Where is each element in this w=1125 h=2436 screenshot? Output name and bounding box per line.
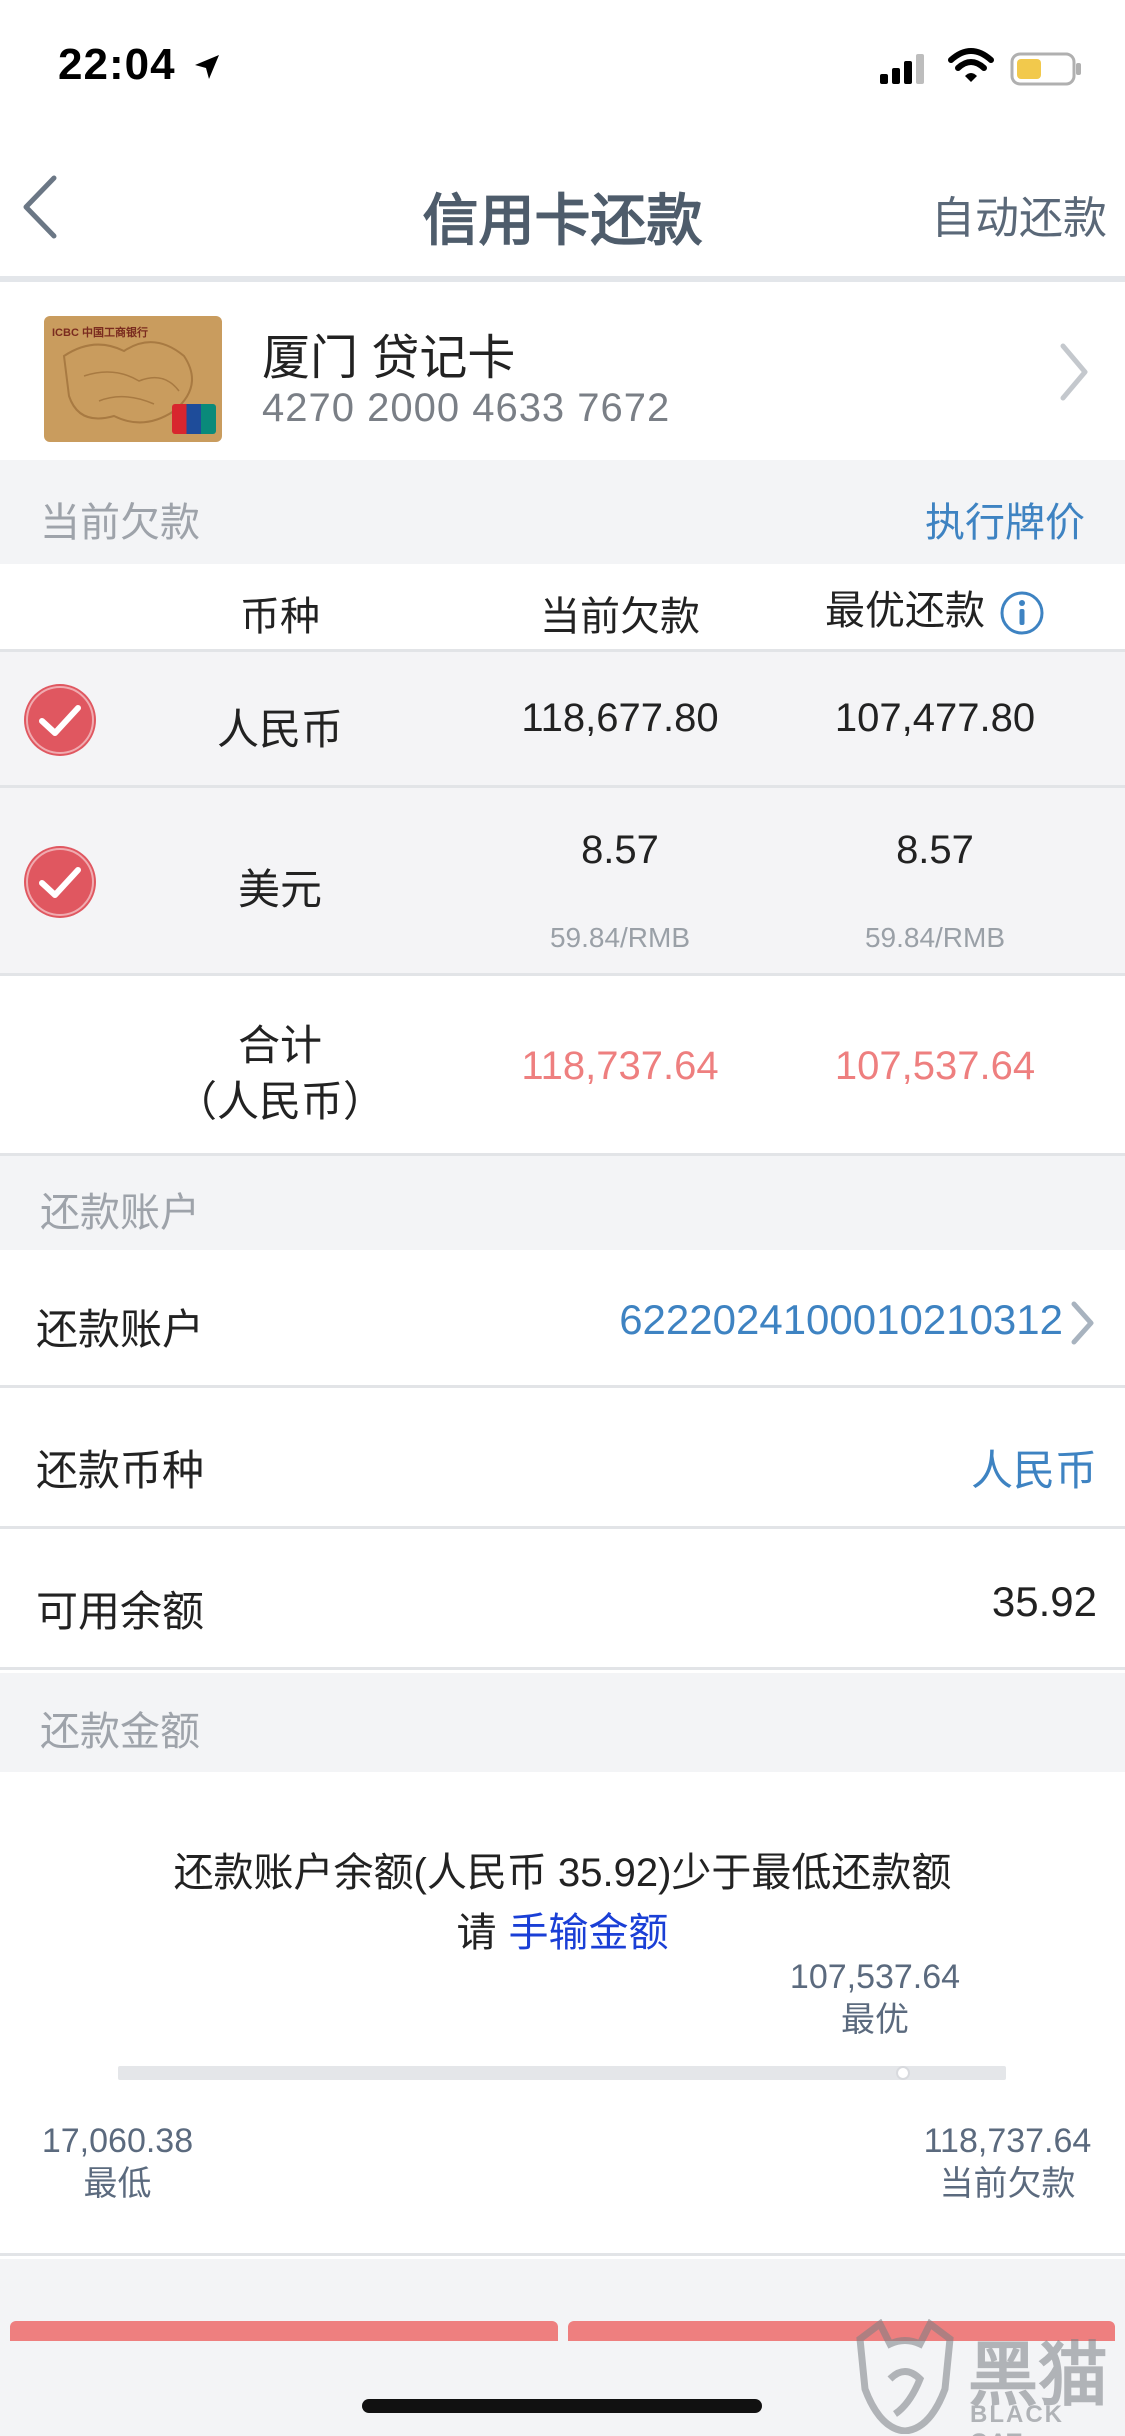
battery-icon	[1010, 52, 1081, 86]
status-time: 22:04	[58, 40, 176, 89]
repay-account-value[interactable]: 6222024100010210312	[619, 1296, 1097, 1346]
available-balance-value: 35.92	[991, 1578, 1097, 1625]
chevron-right-icon	[1060, 343, 1088, 401]
row-optimal-rate: 59.84/RMB	[864, 922, 1006, 953]
unionpay-logo	[172, 404, 216, 434]
repay-amount-area: 还款账户余额(人民币 35.92)少于最低还款额 请手输金额 107,537.6…	[0, 1772, 1125, 2256]
repay-currency-row[interactable]: 还款币种 人民币	[0, 1391, 1125, 1529]
manual-entry-prompt: 请手输金额	[0, 1900, 1125, 1958]
repay-currency-value[interactable]: 人民币	[971, 1437, 1097, 1498]
row-currency: 美元	[237, 866, 322, 913]
total-row: 合计 （人民币） 118,737.64 107,537.64	[0, 976, 1125, 1156]
prompt-prefix: 请	[456, 1911, 497, 1955]
row-optimal: 8.57	[896, 828, 974, 872]
total-label: 合计	[237, 1022, 322, 1069]
bank-logo: ICBC 中国工商银行	[52, 327, 148, 339]
row-current: 8.57	[581, 828, 659, 872]
checkmark-icon[interactable]	[22, 844, 98, 920]
amount-slider-handle[interactable]	[895, 2066, 910, 2080]
total-current: 118,737.64	[521, 1044, 719, 1088]
table-row[interactable]: 美元 8.57 59.84/RMB 8.57 59.84/RMB	[0, 788, 1125, 976]
debt-section-label: 当前欠款	[40, 501, 200, 545]
action-button-left[interactable]	[10, 2321, 558, 2341]
repay-account-label: 还款账户	[36, 1306, 205, 1353]
home-indicator	[362, 2399, 762, 2413]
slider-min-label: 最低	[83, 2165, 152, 2203]
nav-bar: 信用卡还款 自动还款	[0, 132, 1125, 282]
black-cat-logo-icon	[856, 2319, 954, 2434]
exchange-rate-link[interactable]: 执行牌价	[925, 490, 1085, 548]
account-section-header: 还款账户	[0, 1156, 1125, 1250]
total-optimal: 107,537.64	[834, 1044, 1036, 1088]
account-section-label: 还款账户	[40, 1191, 200, 1235]
repay-currency-label: 还款币种	[36, 1447, 205, 1494]
chevron-right-icon	[1071, 1301, 1094, 1345]
amount-section-header: 还款金额	[0, 1673, 1125, 1772]
cellular-signal-icon	[880, 54, 924, 84]
status-bar: 22:04	[0, 0, 1125, 132]
wifi-icon	[948, 48, 994, 82]
total-label-unit: （人民币）	[174, 1078, 385, 1125]
table-row[interactable]: 人民币 118,677.80 107,477.80	[0, 652, 1125, 788]
insufficient-balance-message: 还款账户余额(人民币 35.92)少于最低还款额	[173, 1851, 952, 1895]
checkmark-icon[interactable]	[22, 682, 98, 758]
slider-optimal-label: 最优	[841, 2001, 909, 2039]
bottom-bar: 黑猫 BLACK CAT	[0, 2259, 1125, 2436]
row-optimal: 107,477.80	[834, 696, 1036, 740]
watermark-subtext: BLACK CAT	[970, 2401, 1064, 2436]
card-image: ICBC 中国工商银行	[44, 316, 222, 442]
card-selector[interactable]: ICBC 中国工商银行 厦门 贷记卡 4270 2000 4633 7672	[0, 288, 1125, 460]
repay-account-row[interactable]: 还款账户 6222024100010210312	[0, 1250, 1125, 1388]
header-current: 当前欠款	[540, 595, 700, 639]
debt-section-header: 当前欠款 执行牌价	[0, 460, 1125, 564]
location-arrow-icon	[195, 55, 219, 79]
card-number: 4270 2000 4633 7672	[262, 386, 671, 430]
info-icon[interactable]	[999, 590, 1045, 636]
watermark: 黑猫 BLACK CAT	[850, 2319, 1120, 2436]
header-optimal: 最优还款	[780, 578, 1090, 636]
repay-account-number: 6222024100010210312	[619, 1296, 1063, 1343]
available-balance-row: 可用余额 35.92	[0, 1532, 1125, 1670]
row-current-rate: 59.84/RMB	[549, 922, 691, 953]
available-balance-label: 可用余额	[36, 1588, 205, 1635]
auto-repay-button[interactable]: 自动还款	[931, 182, 1107, 246]
header-currency: 币种	[240, 595, 320, 639]
amount-section-label: 还款金额	[40, 1710, 200, 1754]
row-currency: 人民币	[216, 706, 343, 753]
amount-slider-track[interactable]	[118, 2066, 1006, 2080]
manual-entry-link[interactable]: 手输金额	[509, 1911, 669, 1955]
row-current: 118,677.80	[521, 696, 719, 740]
card-name: 厦门 贷记卡	[262, 332, 516, 385]
debt-table-header: 币种 当前欠款 最优还款	[0, 564, 1125, 652]
slider-max-label: 当前欠款	[939, 2165, 1076, 2203]
header-optimal-label: 最优还款	[825, 589, 985, 633]
